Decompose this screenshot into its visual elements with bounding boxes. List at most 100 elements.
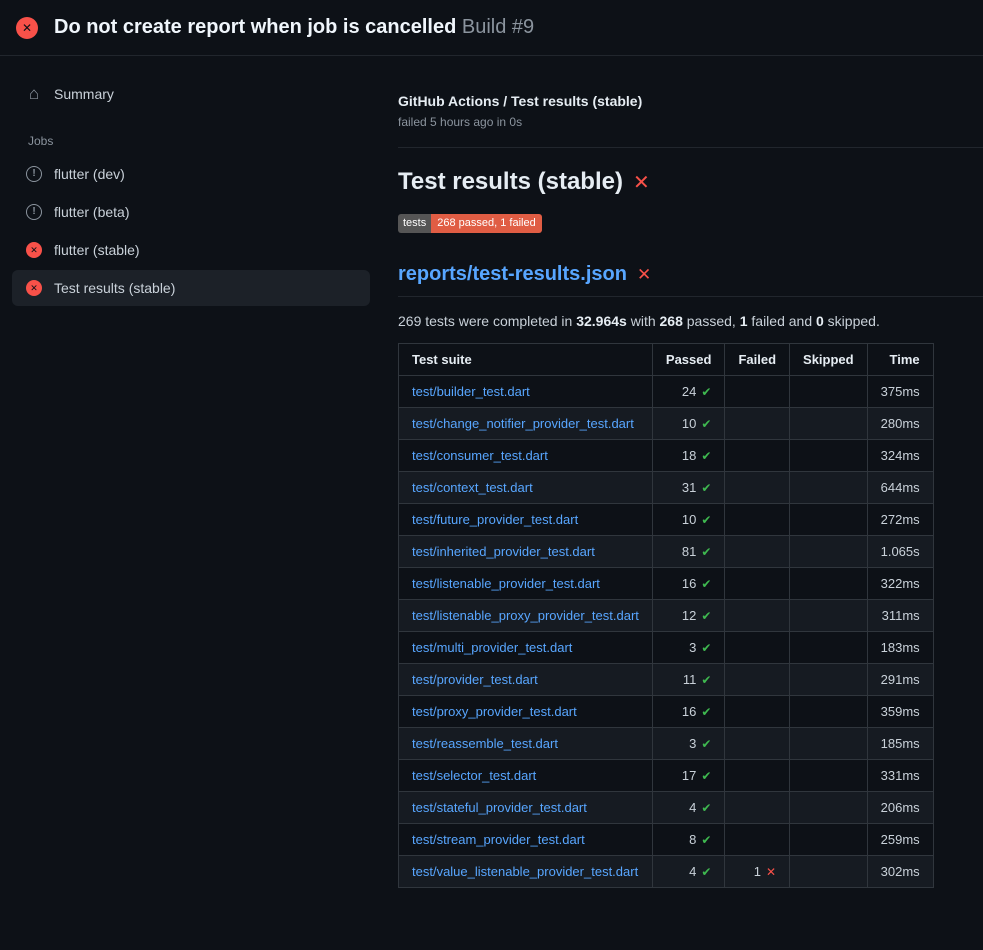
table-row: test/provider_test.dart 11✔ ✕ 291ms xyxy=(399,664,934,696)
job-label: Test results (stable) xyxy=(54,280,175,296)
time-cell: 644ms xyxy=(867,472,933,504)
failed-status-icon: ✕ xyxy=(16,17,38,39)
check-icon: ✔ xyxy=(701,865,711,879)
summary-passed-count: 268 xyxy=(660,313,683,329)
time-cell: 322ms xyxy=(867,568,933,600)
jobs-section-label: Jobs xyxy=(28,134,382,148)
skipped-cell xyxy=(790,600,868,632)
sidebar-item-flutter-stable[interactable]: ✕ flutter (stable) xyxy=(12,232,370,268)
test-suite-link[interactable]: test/listenable_provider_test.dart xyxy=(412,576,600,591)
time-cell: 259ms xyxy=(867,824,933,856)
test-suite-link[interactable]: test/consumer_test.dart xyxy=(412,448,548,463)
check-icon: ✔ xyxy=(701,737,711,751)
passed-cell: 3✔ xyxy=(652,632,725,664)
table-row: test/stateful_provider_test.dart 4✔ ✕ 20… xyxy=(399,792,934,824)
test-suite-link[interactable]: test/future_provider_test.dart xyxy=(412,512,578,527)
suite-cell: test/context_test.dart xyxy=(399,472,653,504)
divider xyxy=(398,147,983,148)
test-suite-link[interactable]: test/provider_test.dart xyxy=(412,672,538,687)
test-suite-link[interactable]: test/multi_provider_test.dart xyxy=(412,640,572,655)
column-header-failed: Failed xyxy=(725,344,790,376)
table-row: test/reassemble_test.dart 3✔ ✕ 185ms xyxy=(399,728,934,760)
report-heading: reports/test-results.json ✕ xyxy=(398,263,983,297)
failed-count: 1 xyxy=(754,864,761,879)
skipped-cell xyxy=(790,728,868,760)
time-cell: 280ms xyxy=(867,408,933,440)
suite-cell: test/builder_test.dart xyxy=(399,376,653,408)
test-suite-link[interactable]: test/change_notifier_provider_test.dart xyxy=(412,416,634,431)
summary-line: 269 tests were completed in 32.964s with… xyxy=(398,313,983,329)
test-suite-link[interactable]: test/proxy_provider_test.dart xyxy=(412,704,577,719)
test-suite-link[interactable]: test/value_listenable_provider_test.dart xyxy=(412,864,638,879)
skipped-cell xyxy=(790,760,868,792)
table-row: test/consumer_test.dart 18✔ ✕ 324ms xyxy=(399,440,934,472)
suite-cell: test/stateful_provider_test.dart xyxy=(399,792,653,824)
test-suite-link[interactable]: test/reassemble_test.dart xyxy=(412,736,558,751)
column-header-test-suite: Test suite xyxy=(399,344,653,376)
column-header-skipped: Skipped xyxy=(790,344,868,376)
test-suite-link[interactable]: test/inherited_provider_test.dart xyxy=(412,544,595,559)
skipped-cell xyxy=(790,696,868,728)
table-row: test/inherited_provider_test.dart 81✔ ✕ … xyxy=(399,536,934,568)
check-icon: ✔ xyxy=(701,513,711,527)
suite-cell: test/proxy_provider_test.dart xyxy=(399,696,653,728)
failed-status-icon: ✕ xyxy=(26,280,42,296)
passed-cell: 12✔ xyxy=(652,600,725,632)
check-icon: ✔ xyxy=(701,641,711,655)
passed-count: 4 xyxy=(689,800,696,815)
run-meta: failed 5 hours ago in 0s xyxy=(398,115,983,129)
passed-count: 16 xyxy=(682,704,696,719)
column-header-time: Time xyxy=(867,344,933,376)
failed-cell: ✕ xyxy=(725,728,790,760)
failed-cell: ✕ xyxy=(725,408,790,440)
cancelled-icon: ! xyxy=(26,166,42,182)
skipped-cell xyxy=(790,376,868,408)
summary-duration: 32.964s xyxy=(576,313,627,329)
sidebar-item-flutter-beta[interactable]: ! flutter (beta) xyxy=(12,194,370,230)
test-suite-link[interactable]: test/selector_test.dart xyxy=(412,768,536,783)
suite-cell: test/multi_provider_test.dart xyxy=(399,632,653,664)
failed-cell: ✕ xyxy=(725,664,790,696)
test-suite-link[interactable]: test/stream_provider_test.dart xyxy=(412,832,585,847)
passed-count: 3 xyxy=(689,736,696,751)
failed-cell: ✕ xyxy=(725,536,790,568)
check-icon: ✔ xyxy=(701,385,711,399)
failed-cell: ✕ xyxy=(725,760,790,792)
table-row: test/selector_test.dart 17✔ ✕ 331ms xyxy=(399,760,934,792)
passed-count: 8 xyxy=(689,832,696,847)
cross-mark-icon: ✕ xyxy=(637,265,651,285)
suite-cell: test/selector_test.dart xyxy=(399,760,653,792)
test-suite-link[interactable]: test/stateful_provider_test.dart xyxy=(412,800,587,815)
sidebar-item-flutter-dev[interactable]: ! flutter (dev) xyxy=(12,156,370,192)
time-cell: 291ms xyxy=(867,664,933,696)
failed-cell: ✕ xyxy=(725,792,790,824)
sidebar: ⌂ Summary Jobs ! flutter (dev) ! flutter… xyxy=(0,56,382,950)
report-file-link[interactable]: reports/test-results.json xyxy=(398,263,627,286)
sidebar-item-test-results-stable[interactable]: ✕ Test results (stable) xyxy=(12,270,370,306)
check-icon: ✔ xyxy=(701,801,711,815)
test-suite-link[interactable]: test/listenable_proxy_provider_test.dart xyxy=(412,608,639,623)
check-run-output: GitHub Actions / Test results (stable) f… xyxy=(382,56,983,950)
table-row: test/value_listenable_provider_test.dart… xyxy=(399,856,934,888)
time-cell: 185ms xyxy=(867,728,933,760)
sidebar-item-summary[interactable]: ⌂ Summary xyxy=(12,76,370,112)
suite-cell: test/reassemble_test.dart xyxy=(399,728,653,760)
passed-count: 31 xyxy=(682,480,696,495)
skipped-cell xyxy=(790,568,868,600)
table-header-row: Test suite Passed Failed Skipped Time xyxy=(399,344,934,376)
sidebar-summary-label: Summary xyxy=(54,86,114,102)
passed-cell: 3✔ xyxy=(652,728,725,760)
check-icon: ✔ xyxy=(701,545,711,559)
breadcrumb: GitHub Actions / Test results (stable) xyxy=(398,93,983,109)
test-suite-link[interactable]: test/context_test.dart xyxy=(412,480,533,495)
failed-status-icon: ✕ xyxy=(26,242,42,258)
summary-failed-count: 1 xyxy=(740,313,748,329)
skipped-cell xyxy=(790,408,868,440)
job-label: flutter (stable) xyxy=(54,242,140,258)
skipped-cell xyxy=(790,536,868,568)
run-header: ✕ Do not create report when job is cance… xyxy=(0,0,983,56)
check-icon: ✔ xyxy=(701,705,711,719)
test-suite-link[interactable]: test/builder_test.dart xyxy=(412,384,530,399)
x-icon: ✕ xyxy=(766,865,776,879)
check-icon: ✔ xyxy=(701,481,711,495)
